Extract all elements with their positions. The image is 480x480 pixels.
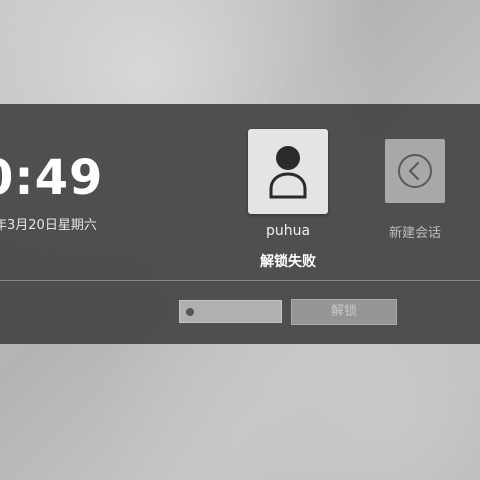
chevron-left-circle-icon: [398, 154, 432, 188]
new-session-label: 新建会话: [388, 226, 441, 241]
user-icon: [269, 146, 307, 199]
clock-time: 0:49: [0, 150, 104, 206]
lock-screen-panel: 0:49 年3月20日星期六 puhua 解锁失败 新建会话 解锁: [0, 104, 480, 344]
username-label: puhua: [265, 223, 311, 239]
password-mask-dot: [186, 308, 194, 316]
divider: [0, 280, 480, 281]
password-input[interactable]: [179, 300, 282, 323]
user-avatar[interactable]: [248, 129, 328, 214]
new-session-button[interactable]: [385, 139, 445, 203]
unlock-status-message: 解锁失败: [260, 254, 316, 270]
clock-date: 年3月20日星期六: [0, 218, 97, 233]
unlock-button[interactable]: 解锁: [291, 299, 397, 325]
